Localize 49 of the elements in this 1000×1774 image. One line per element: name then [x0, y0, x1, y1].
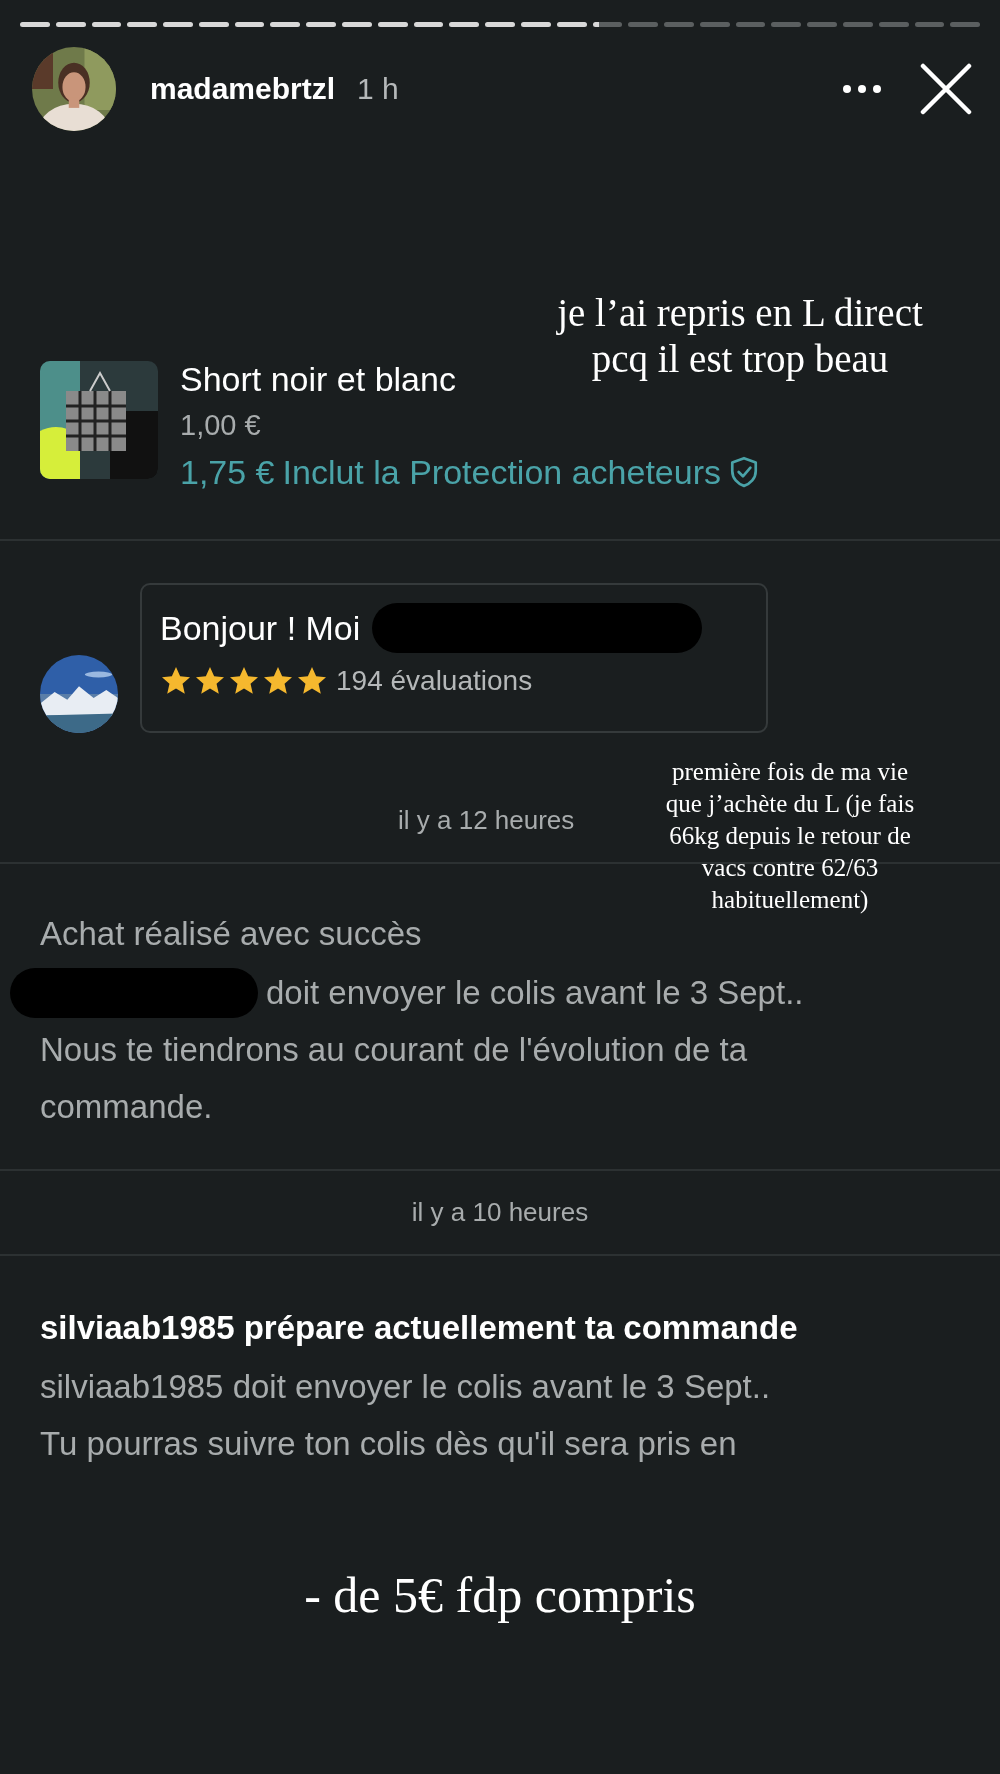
timestamp: il y a 12 heures [398, 805, 575, 837]
update-text: Nous te tiendrons au courant de l'évolution de ta commande. [40, 1030, 749, 1127]
post-time: 1 h [357, 72, 399, 106]
story-caption: - de 5€ fdp compris [303, 1566, 697, 1625]
progress-segment [807, 22, 837, 27]
progress-segment [592, 22, 623, 27]
progress-segment [342, 22, 372, 27]
shield-check-icon [729, 456, 759, 488]
review-count: 194 évaluations [336, 665, 533, 697]
update-title: silviaab1985 prépare actuellement ta commande [40, 1308, 798, 1348]
progress-segment [914, 22, 945, 27]
progress-segment [771, 22, 802, 27]
item-title: Short noir et blanc [180, 359, 456, 399]
progress-segment [91, 22, 122, 27]
progress-segment [163, 22, 193, 27]
progress-segment [270, 22, 301, 27]
progress-segment [234, 22, 265, 27]
progress-segment [950, 22, 981, 27]
timestamp: il y a 10 heures [411, 1197, 589, 1229]
close-icon[interactable] [920, 63, 972, 115]
progress-segment [699, 22, 730, 27]
item-price: 1,00 € [180, 408, 261, 443]
progress-segment [556, 22, 587, 27]
progress-segment [377, 22, 408, 27]
progress-segment [878, 22, 909, 27]
update-text: Tu pourras suivre ton colis dès qu'il sera pris en [40, 1424, 738, 1464]
progress-segment [735, 22, 766, 27]
update-text: silviaab1985 doit envoyer le colis avant le 3 Sept.. [40, 1367, 771, 1407]
message-text: Bonjour ! Moi [160, 608, 361, 649]
buyer-protection-link[interactable]: Inclut la Protection acheteurs [282, 449, 721, 495]
total-price: 1,75 € [180, 452, 275, 493]
progress-segment [520, 22, 551, 27]
progress-segment [127, 22, 158, 27]
progress-segment [55, 22, 86, 27]
progress-segment [413, 22, 444, 27]
story-caption: première fois de ma vie que j’achète du L (je fais 66kg depuis le retour de vacs contre 62/63 habituellement) [664, 757, 916, 915]
progress-segment [306, 22, 337, 27]
progress-segment [842, 22, 873, 27]
progress-segment [198, 22, 229, 27]
username[interactable]: madamebrtzl [150, 72, 336, 106]
update-text: doit envoyer le colis avant le 3 Sept.. [266, 973, 804, 1013]
progress-segment [449, 22, 480, 27]
progress-segment [485, 22, 515, 27]
more-icon[interactable] [842, 84, 882, 94]
progress-segment [20, 22, 50, 27]
update-title: Achat réalisé avec succès [40, 914, 422, 954]
progress-segment [664, 22, 694, 27]
progress-segment [628, 22, 659, 27]
story-caption: je l’ai repris en L direct pcq il est trop beau [555, 290, 924, 382]
